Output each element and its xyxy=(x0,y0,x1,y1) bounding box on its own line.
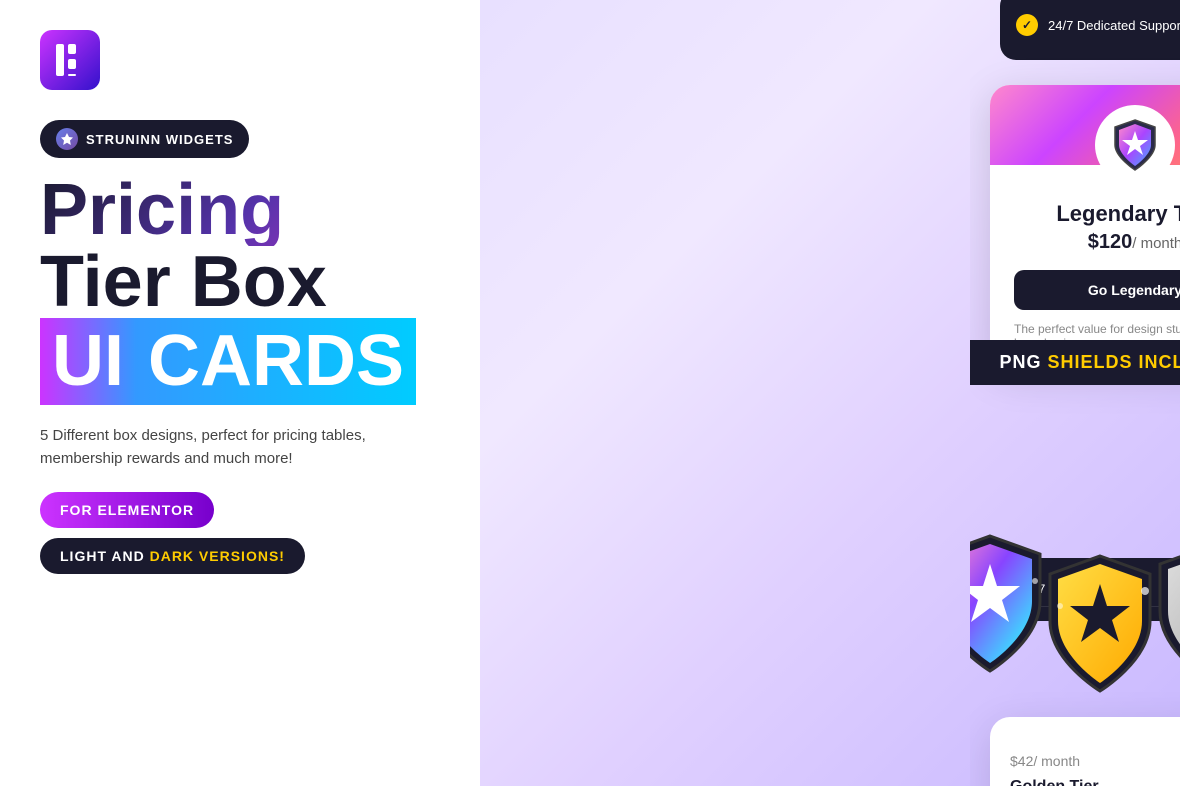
tier-price-legendary: $120/ month xyxy=(1014,231,1180,254)
heading-line1: Pricing xyxy=(40,174,460,246)
heading-ui: UI xyxy=(40,318,136,405)
card-legendary-body: Legendary Tier $120/ month Go Legendary … xyxy=(990,165,1180,366)
card-golden: $42/ month Golden Tier xyxy=(990,717,1180,786)
badges-row: FOR ELEMENTOR LIGHT AND DARK VERSIONS! xyxy=(40,492,460,574)
heading-line2: Tier Box xyxy=(40,246,460,318)
golden-price: $42/ month xyxy=(1010,737,1180,774)
heading-cards: CARDS xyxy=(136,318,416,405)
shields-container xyxy=(970,526,1180,706)
elementor-icon xyxy=(40,30,100,90)
description: 5 Different box designs, perfect for pri… xyxy=(40,425,420,470)
badge-elementor: FOR ELEMENTOR xyxy=(40,492,214,528)
right-content: ✓ 24/7 Dedicated Support ♥ POPULAR! xyxy=(970,0,1180,786)
go-legendary-button[interactable]: Go Legendary xyxy=(1014,270,1180,310)
struninn-badge: STRUNINN WIDGETS xyxy=(40,120,249,158)
check-icon-yellow: ✓ xyxy=(1016,14,1038,36)
card-dark-top-content: ✓ 24/7 Dedicated Support xyxy=(1000,0,1180,60)
tier-name-legendary: Legendary Tier xyxy=(1014,201,1180,227)
check-item-support: ✓ 24/7 Dedicated Support xyxy=(1016,6,1180,44)
shields-banner: PNG SHIELDS INCLUDED!!! xyxy=(970,340,1180,385)
main-heading: Pricing Tier Box UI CARDS xyxy=(40,174,460,405)
check-label-support: 24/7 Dedicated Support xyxy=(1048,18,1180,33)
badge-icon xyxy=(56,128,78,150)
card-legendary: ♥ POPULAR! xyxy=(990,85,1180,366)
golden-title: Golden Tier xyxy=(1010,778,1180,786)
shield-legendary xyxy=(1095,105,1175,185)
heading-line3: UI CARDS xyxy=(40,318,460,405)
badge-dark: LIGHT AND DARK VERSIONS! xyxy=(40,538,305,574)
card-legendary-top: ♥ POPULAR! xyxy=(990,85,1180,165)
left-section: STRUNINN WIDGETS Pricing Tier Box UI CAR… xyxy=(0,0,500,786)
shield-silver-item xyxy=(1140,536,1180,696)
card-dark-top: ✓ 24/7 Dedicated Support xyxy=(1000,0,1180,60)
badge-label: STRUNINN WIDGETS xyxy=(86,132,233,147)
right-section: ✓ 24/7 Dedicated Support ♥ POPULAR! xyxy=(480,0,1180,786)
shields-banner-text: PNG SHIELDS INCLUDED!!! xyxy=(999,352,1180,372)
